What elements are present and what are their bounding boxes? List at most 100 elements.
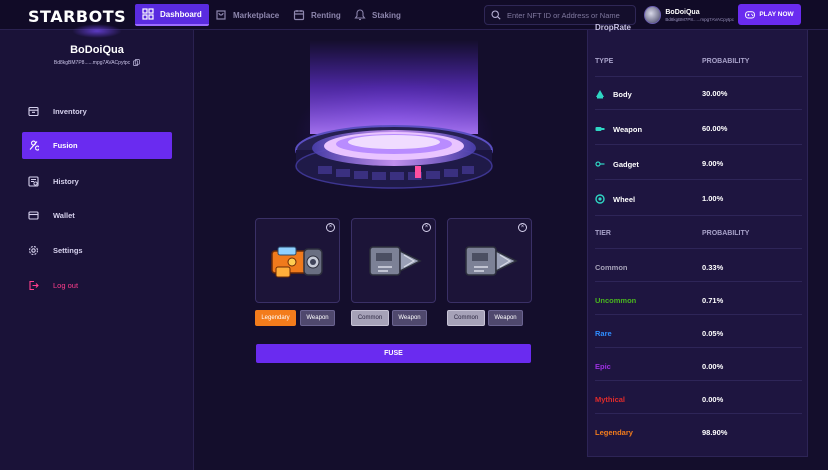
history-icon xyxy=(28,176,39,187)
card-3-type-badge: Weapon xyxy=(488,310,523,326)
droprate-panel: DropRate TYPE PROBABILITY Body 30.00% We… xyxy=(587,23,808,457)
tier-name-uncommon: Uncommon xyxy=(595,296,637,305)
sidebar-item-settings[interactable]: Settings xyxy=(22,237,172,264)
type-column-header: TYPE xyxy=(595,58,614,65)
tier-value: 0.05% xyxy=(702,329,724,338)
fusion-portal-image xyxy=(294,40,494,193)
play-now-label: PLAY NOW xyxy=(759,11,794,18)
tier-name-legendary: Legendary xyxy=(595,428,633,437)
gear-icon xyxy=(28,245,39,256)
divider xyxy=(595,413,802,414)
tier-name-epic: Epic xyxy=(595,362,611,371)
card-2-type-badge: Weapon xyxy=(392,310,427,326)
type-row-weapon: Weapon xyxy=(595,124,642,134)
card-1-tier-badge: Legendary xyxy=(255,310,296,326)
avatar xyxy=(644,6,662,24)
fusion-card-1[interactable]: × xyxy=(255,218,340,303)
divider xyxy=(595,215,802,216)
remove-card-3-button[interactable]: × xyxy=(518,223,527,232)
sidebar-item-wallet[interactable]: Wallet xyxy=(22,202,172,229)
divider xyxy=(595,380,802,381)
divider xyxy=(595,179,802,180)
tier-value: 0.00% xyxy=(702,362,724,371)
type-row-gadget: Gadget xyxy=(595,159,639,169)
nav-staking-label: Staking xyxy=(372,10,401,20)
type-name: Gadget xyxy=(613,159,639,169)
sidebar-item-logout[interactable]: Log out xyxy=(22,272,172,299)
card-1-type-badge: Weapon xyxy=(300,310,335,326)
orange-cannon-image xyxy=(271,246,323,278)
nav-staking[interactable]: Staking xyxy=(347,4,408,26)
search-box[interactable] xyxy=(484,5,636,25)
search-icon xyxy=(491,10,501,20)
fusion-icon xyxy=(29,140,39,151)
body-icon xyxy=(596,90,604,99)
tier-name-rare: Rare xyxy=(595,329,612,338)
divider xyxy=(595,281,802,282)
play-now-button[interactable]: PLAY NOW xyxy=(738,4,801,25)
fuse-button[interactable]: FUSE xyxy=(256,344,531,363)
tier-value: 0.33% xyxy=(702,263,724,272)
sidebar-item-label: Inventory xyxy=(53,107,87,116)
type-value: 60.00% xyxy=(702,124,728,133)
type-name: Body xyxy=(613,89,632,99)
divider xyxy=(595,314,802,315)
sidebar-item-label: History xyxy=(53,177,79,186)
sidebar-item-inventory[interactable]: Inventory xyxy=(22,98,172,125)
wallet-icon xyxy=(28,211,39,220)
tier-value: 0.71% xyxy=(702,296,724,305)
inventory-icon xyxy=(28,106,39,117)
logout-icon xyxy=(29,280,39,291)
card-3-tier-badge: Common xyxy=(447,310,485,326)
divider xyxy=(595,76,802,77)
divider xyxy=(595,347,802,348)
avatar-glow xyxy=(72,24,122,38)
wheel-icon xyxy=(595,194,605,204)
profile-address: Bd8kgBM7P8......mpg7AVACpytpc xyxy=(53,59,131,66)
user-chip-address: Bd8kgBM7P8......mpg7AVACpytpc xyxy=(665,16,734,22)
steel-drill-image xyxy=(465,246,518,276)
nav-renting[interactable]: Renting xyxy=(286,4,348,26)
nav-dashboard-label: Dashboard xyxy=(160,9,202,19)
copy-icon[interactable] xyxy=(133,59,140,66)
sidebar-item-label: Fusion xyxy=(53,141,78,150)
type-row-body: Body xyxy=(595,89,632,99)
droprate-title: DropRate xyxy=(595,23,632,32)
tier-column-header: TIER xyxy=(595,230,611,237)
type-value: 1.00% xyxy=(702,194,724,203)
top-bar: STARBOTS Dashboard Marketplace Renting S… xyxy=(0,0,828,30)
user-chip[interactable]: BoDoiQua Bd8kgBM7P8......mpg7AVACpytpc xyxy=(644,4,734,26)
tier-probability-column-header: PROBABILITY xyxy=(702,230,750,237)
fusion-card-3[interactable]: × xyxy=(447,218,532,303)
nav-marketplace-label: Marketplace xyxy=(233,10,280,20)
sidebar-item-label: Settings xyxy=(53,246,83,255)
remove-card-1-button[interactable]: × xyxy=(326,223,335,232)
type-name: Weapon xyxy=(613,124,643,134)
nav-marketplace[interactable]: Marketplace xyxy=(208,4,286,26)
fusion-card-2[interactable]: × xyxy=(351,218,436,303)
sidebar-item-label: Log out xyxy=(53,281,79,290)
sidebar-item-history[interactable]: History xyxy=(22,168,172,195)
profile-address-row: Bd8kgBM7P8......mpg7AVACpytpc xyxy=(0,59,194,66)
type-value: 9.00% xyxy=(702,159,724,168)
divider xyxy=(595,248,802,249)
type-value: 30.00% xyxy=(702,89,728,98)
marketplace-icon xyxy=(216,10,226,20)
search-input[interactable] xyxy=(507,10,635,20)
renting-icon xyxy=(293,10,305,21)
nav-renting-label: Renting xyxy=(311,10,341,20)
weapon-icon xyxy=(595,127,605,131)
tier-name-common: Common xyxy=(595,263,628,272)
dashboard-icon xyxy=(142,8,154,20)
card-2-tier-badge: Common xyxy=(351,310,389,326)
nav-dashboard[interactable]: Dashboard xyxy=(135,4,209,26)
sidebar-item-fusion[interactable]: Fusion xyxy=(22,132,172,159)
remove-card-2-button[interactable]: × xyxy=(422,223,431,232)
divider xyxy=(595,144,802,145)
steel-drill-image xyxy=(369,246,422,276)
type-row-wheel: Wheel xyxy=(595,194,635,204)
type-name: Wheel xyxy=(613,194,636,204)
sidebar-item-label: Wallet xyxy=(53,211,75,220)
user-chip-name: BoDoiQua xyxy=(665,8,700,16)
divider xyxy=(595,109,802,110)
